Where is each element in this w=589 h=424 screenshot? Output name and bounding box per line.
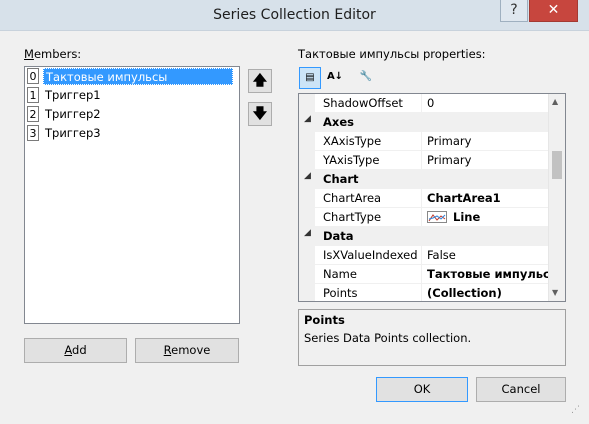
property-name: Name [323,267,357,281]
arrow-up-icon: 🡅 [252,73,268,89]
row-gutter [299,265,315,284]
column-divider [421,94,422,113]
category-name: Axes [323,115,354,129]
property-name: ShadowOffset [323,96,403,110]
item-index: 1 [27,87,39,103]
category-row[interactable]: ◢ Chart [299,170,548,189]
column-divider [421,246,422,265]
resize-grip-icon[interactable]: ⋰ [571,405,580,415]
arrow-down-icon: 🡇 [252,106,268,122]
properties-label: Тактовые импульсы properties: [298,47,486,61]
grid-scrollbar[interactable]: ▲ ▼ [548,94,565,301]
column-divider [421,189,422,208]
row-gutter [299,151,315,170]
property-value[interactable]: False [427,246,456,264]
property-value[interactable]: Primary [427,132,471,150]
property-grid[interactable]: ShadowOffset 0 ◢ Axes XAxisType Primary … [298,93,566,302]
list-item[interactable]: 2 Триггер2 [25,105,239,124]
property-name: YAxisType [323,153,380,167]
item-index: 3 [27,125,39,141]
item-index: 0 [27,68,39,84]
item-name: Триггер1 [45,88,101,102]
property-value[interactable]: ChartArea1 [427,189,501,207]
cancel-button[interactable]: Cancel [476,377,566,402]
categorized-icon: ▤ [305,72,315,83]
scroll-up-icon[interactable]: ▲ [552,97,558,106]
title-bar: Series Collection Editor ? ✕ [0,0,589,31]
line-chart-icon [427,211,447,223]
property-name: ChartArea [323,191,382,205]
row-gutter [299,94,315,113]
property-row[interactable]: IsXValueIndexed False [299,246,548,265]
column-divider [421,208,422,227]
alphabetical-button[interactable]: A↓ [324,67,346,89]
members-label: Members: [24,47,82,61]
move-up-button[interactable]: 🡅 [248,69,272,93]
property-name: IsXValueIndexed [323,248,418,262]
close-button[interactable]: ✕ [529,0,578,22]
move-down-button[interactable]: 🡇 [248,102,272,126]
scroll-down-icon[interactable]: ▼ [552,288,558,297]
property-name: XAxisType [323,134,382,148]
description-title: Points [304,313,345,327]
property-value[interactable]: Primary [427,151,471,169]
property-value[interactable]: Line [453,208,480,226]
property-name: ChartType [323,210,382,224]
scrollbar-thumb[interactable] [552,151,562,179]
row-gutter [299,284,315,301]
description-panel: Points Series Data Points collection. [298,309,566,366]
column-divider [421,151,422,170]
categorized-button[interactable]: ▤ [299,67,321,89]
series-collection-editor-dialog: Series Collection Editor ? ✕ Members: Та… [0,0,589,424]
property-row[interactable]: XAxisType Primary [299,132,548,151]
collapse-triangle-icon[interactable]: ◢ [304,228,311,238]
wrench-icon: 🔧 [359,71,373,82]
category-row[interactable]: ◢ Axes [299,113,548,132]
property-row[interactable]: Name Тактовые импульсы [299,265,560,284]
column-divider [421,132,422,151]
property-name: Points [323,286,358,300]
collapse-triangle-icon[interactable]: ◢ [304,114,311,124]
sort-alphabetical-icon: A↓ [326,71,344,82]
add-button[interactable]: Add [24,338,127,363]
row-gutter [299,246,315,265]
column-divider [421,284,422,301]
row-gutter [299,189,315,208]
item-index: 2 [27,106,39,122]
property-row[interactable]: YAxisType Primary [299,151,548,170]
list-item[interactable]: 3 Триггер3 [25,124,239,143]
property-row[interactable]: ChartArea ChartArea1 [299,189,548,208]
property-pages-button[interactable]: 🔧 [355,67,377,89]
column-divider [421,265,422,284]
item-name: Триггер2 [45,107,101,121]
list-item[interactable]: 1 Триггер1 [25,86,239,105]
property-row[interactable]: ShadowOffset 0 [299,94,548,113]
row-gutter [299,132,315,151]
category-row[interactable]: ◢ Data [299,227,548,246]
property-value[interactable]: Тактовые импульсы [427,265,560,283]
property-row[interactable]: Points (Collection) [299,284,548,301]
property-row[interactable]: ChartType Line [299,208,548,227]
category-name: Chart [323,172,359,186]
property-value[interactable]: 0 [427,94,434,112]
property-value[interactable]: (Collection) [427,284,502,301]
item-name: Тактовые импульсы [43,68,233,85]
description-text: Series Data Points collection. [304,331,472,345]
category-name: Data [323,229,354,243]
ok-button[interactable]: OK [376,377,468,402]
list-item[interactable]: 0 Тактовые импульсы [25,67,239,86]
members-list[interactable]: 0 Тактовые импульсы 1 Триггер1 2 Триггер… [24,66,240,324]
item-name: Триггер3 [45,126,101,140]
remove-button[interactable]: Remove [135,338,239,363]
help-button[interactable]: ? [500,0,528,22]
row-gutter [299,208,315,227]
collapse-triangle-icon[interactable]: ◢ [304,171,311,181]
